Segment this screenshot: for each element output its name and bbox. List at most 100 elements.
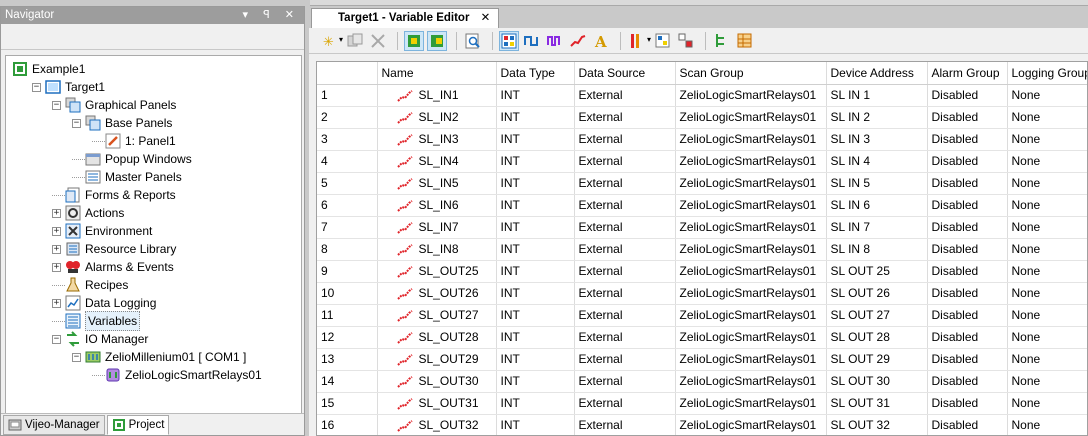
tree-item-1-panel1[interactable]: 1: Panel1 (92, 132, 176, 150)
new-variable-icon[interactable]: ✳ (319, 31, 339, 51)
cell-data-type[interactable]: INT (496, 106, 575, 129)
cell-row-number[interactable]: 11 (317, 304, 378, 327)
cell-device-address[interactable]: SL OUT 29 (826, 348, 928, 371)
cell-row-number[interactable]: 2 (317, 106, 378, 129)
tree-item-base-panels[interactable]: − Base Panels (72, 114, 172, 132)
cell-logging-group[interactable]: None (1007, 304, 1087, 327)
cell-logging-group[interactable]: None (1007, 150, 1087, 173)
tree-item-example1[interactable]: Example1 (12, 60, 85, 78)
chevron-down-icon[interactable]: ▾ (647, 35, 651, 44)
cell-row-number[interactable]: 9 (317, 260, 378, 283)
column-header-device-address[interactable]: Device Address (826, 62, 928, 85)
cell-logging-group[interactable]: None (1007, 348, 1087, 371)
cell-data-type[interactable]: INT (496, 392, 575, 415)
tree-item-popup-windows[interactable]: Popup Windows (72, 150, 192, 168)
cell-device-address[interactable]: SL IN 1 (826, 84, 928, 107)
collapse-icon[interactable]: − (72, 352, 81, 362)
column-header-logging-group[interactable]: Logging Group (1007, 62, 1087, 85)
close-tab-icon[interactable]: ✕ (481, 12, 491, 24)
cell-data-source[interactable]: External (574, 84, 676, 107)
cell-data-source[interactable]: External (574, 414, 676, 435)
cell-device-address[interactable]: SL OUT 30 (826, 370, 928, 393)
table-row[interactable]: 5 SL_IN5 INT External ZelioLogicSmartRelays0… (317, 172, 1087, 195)
cell-data-source[interactable]: External (574, 216, 676, 239)
cell-row-number[interactable]: 12 (317, 326, 378, 349)
cell-logging-group[interactable]: None (1007, 238, 1087, 261)
cell-data-source[interactable]: External (574, 150, 676, 173)
cell-data-source[interactable]: External (574, 370, 676, 393)
cell-row-number[interactable]: 5 (317, 172, 378, 195)
cell-device-address[interactable]: SL IN 6 (826, 194, 928, 217)
cell-logging-group[interactable]: None (1007, 194, 1087, 217)
cell-data-source[interactable]: External (574, 128, 676, 151)
cell-row-number[interactable]: 14 (317, 370, 378, 393)
cell-logging-group[interactable]: None (1007, 282, 1087, 305)
grid-view-icon[interactable] (499, 30, 520, 51)
cell-scan-group[interactable]: ZelioLogicSmartRelays01 (675, 326, 827, 349)
collapse-icon[interactable]: − (52, 100, 61, 110)
cell-alarm-group[interactable]: Disabled (927, 282, 1008, 305)
cell-name[interactable]: SL_IN2 (377, 106, 497, 129)
table-icon[interactable] (735, 31, 755, 51)
expand-icon[interactable]: + (52, 262, 61, 272)
cell-alarm-group[interactable]: Disabled (927, 414, 1008, 435)
table-row[interactable]: 6 SL_IN6 INT External ZelioLogicSmartRelays0… (317, 194, 1087, 217)
tree-item-zeliologicsmartrelays01[interactable]: ZelioLogicSmartRelays01 (92, 366, 262, 384)
column-header-data-type[interactable]: Data Type (496, 62, 575, 85)
cell-device-address[interactable]: SL IN 3 (826, 128, 928, 151)
cell-name[interactable]: SL_IN1 (377, 84, 497, 107)
column-header-row-number[interactable] (317, 62, 378, 85)
collapse-icon[interactable]: − (52, 334, 61, 344)
cell-name[interactable]: SL_OUT27 (377, 304, 497, 327)
cell-scan-group[interactable]: ZelioLogicSmartRelays01 (675, 348, 827, 371)
cell-alarm-group[interactable]: Disabled (927, 172, 1008, 195)
cell-device-address[interactable]: SL OUT 32 (826, 414, 928, 435)
cell-alarm-group[interactable]: Disabled (927, 304, 1008, 327)
navigator-window-buttons[interactable]: ▾ ꟼ ✕ (243, 7, 300, 24)
cell-logging-group[interactable]: None (1007, 172, 1087, 195)
cell-data-source[interactable]: External (574, 326, 676, 349)
cell-scan-group[interactable]: ZelioLogicSmartRelays01 (675, 414, 827, 435)
delete-icon[interactable] (368, 31, 388, 51)
cell-data-source[interactable]: External (574, 304, 676, 327)
copy-icon[interactable] (345, 31, 365, 51)
variables-grid[interactable]: Name Data Type Data Source Scan Group De… (316, 61, 1088, 436)
tree-view-icon[interactable] (712, 31, 732, 51)
cell-name[interactable]: SL_IN5 (377, 172, 497, 195)
cell-name[interactable]: SL_OUT32 (377, 414, 497, 435)
chevron-down-icon[interactable]: ▾ (339, 35, 343, 44)
tree-item-recipes[interactable]: Recipes (52, 276, 128, 294)
cell-alarm-group[interactable]: Disabled (927, 194, 1008, 217)
cell-alarm-group[interactable]: Disabled (927, 84, 1008, 107)
cell-alarm-group[interactable]: Disabled (927, 326, 1008, 349)
cell-scan-group[interactable]: ZelioLogicSmartRelays01 (675, 304, 827, 327)
cell-device-address[interactable]: SL OUT 26 (826, 282, 928, 305)
expand-icon[interactable]: + (52, 226, 61, 236)
table-row[interactable]: 15 SL_OUT31 INT External ZelioLogicSmartRela… (317, 392, 1087, 415)
columns-icon[interactable] (627, 31, 647, 51)
filter-icon[interactable] (653, 31, 673, 51)
tree-item-actions[interactable]: + Actions (52, 204, 124, 222)
cell-logging-group[interactable]: None (1007, 326, 1087, 349)
tree-item-resource-library[interactable]: + Resource Library (52, 240, 176, 258)
cell-device-address[interactable]: SL IN 2 (826, 106, 928, 129)
cell-logging-group[interactable]: None (1007, 128, 1087, 151)
tree-item-graphical-panels[interactable]: − Graphical Panels (52, 96, 176, 114)
cell-row-number[interactable]: 10 (317, 282, 378, 305)
tree-item-master-panels[interactable]: Master Panels (72, 168, 182, 186)
cell-row-number[interactable]: 4 (317, 150, 378, 173)
analog-type-icon[interactable] (568, 31, 588, 51)
cell-logging-group[interactable]: None (1007, 106, 1087, 129)
cell-row-number[interactable]: 1 (317, 84, 378, 107)
cell-scan-group[interactable]: ZelioLogicSmartRelays01 (675, 150, 827, 173)
cell-name[interactable]: SL_OUT31 (377, 392, 497, 415)
integer-type-icon[interactable] (545, 31, 565, 51)
cell-logging-group[interactable]: None (1007, 370, 1087, 393)
cell-alarm-group[interactable]: Disabled (927, 260, 1008, 283)
cell-name[interactable]: SL_IN7 (377, 216, 497, 239)
cell-scan-group[interactable]: ZelioLogicSmartRelays01 (675, 106, 827, 129)
cell-name[interactable]: SL_IN3 (377, 128, 497, 151)
find-icon[interactable] (463, 31, 483, 51)
cell-name[interactable]: SL_OUT25 (377, 260, 497, 283)
project-tree[interactable]: Example1− Target1− Graphical Panels − Base P… (5, 55, 302, 415)
